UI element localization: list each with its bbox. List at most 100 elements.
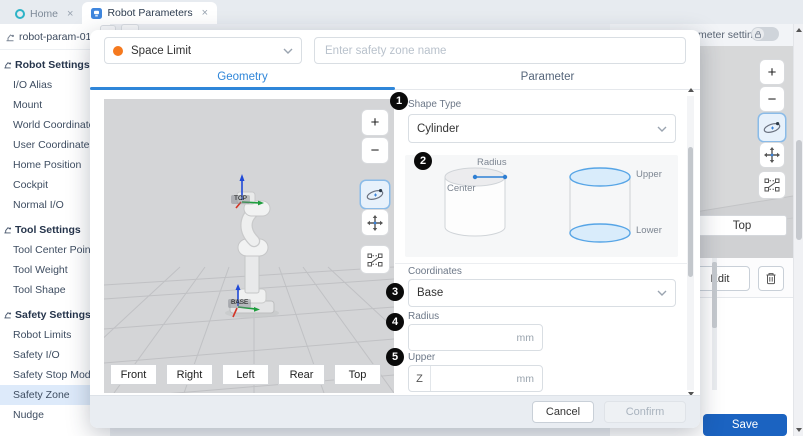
divider	[395, 263, 688, 264]
delete-button[interactable]	[758, 266, 784, 291]
zoom-out-button[interactable]: −	[362, 138, 388, 163]
shape-type-value: Cylinder	[417, 123, 657, 135]
radius-label: Radius	[408, 311, 439, 322]
robot-scene	[104, 99, 394, 393]
scroll-up-icon[interactable]	[688, 88, 694, 92]
section-title: Robot Settings	[15, 59, 90, 71]
chevron-down-icon	[657, 126, 667, 132]
zone-type-dot	[113, 46, 123, 56]
diagram-radius-label: Radius	[477, 157, 507, 168]
upper-unit: mm	[517, 373, 543, 385]
upper-input[interactable]	[431, 366, 517, 391]
upper-axis: Z	[409, 366, 431, 391]
pan-icon	[367, 215, 383, 231]
view-buttons-row: Front Right Left Rear Top	[110, 364, 381, 385]
plus-icon: +	[371, 115, 380, 130]
toggle-knob	[752, 28, 764, 40]
upper-label: Upper	[408, 352, 435, 363]
cylinder-diagram: Radius Center Upper Lower	[405, 155, 678, 257]
plus-icon: +	[768, 65, 777, 80]
close-icon[interactable]: ×	[202, 7, 208, 19]
bg-orbit-button[interactable]	[759, 114, 785, 141]
section-title: Tool Settings	[15, 224, 81, 236]
radius-input[interactable]	[409, 325, 517, 350]
tab-home-label: Home	[30, 8, 58, 20]
tab-geometry[interactable]: Geometry	[90, 64, 395, 89]
panel-scrollbar[interactable]	[687, 96, 694, 390]
measure-icon	[764, 178, 780, 192]
shape-type-label: Shape Type	[408, 99, 461, 110]
robot-3d-viewport[interactable]: TCP BASE + − Front Right Left Rear Top	[104, 99, 394, 393]
bg-top-view-button[interactable]: Top	[697, 215, 787, 236]
view-top-button[interactable]: Top	[334, 364, 381, 385]
coordinates-select[interactable]: Base	[408, 279, 676, 307]
tab-robot-parameters-label: Robot Parameters	[107, 7, 192, 19]
settings-lock-toggle[interactable]	[751, 27, 779, 41]
safety-zone-modal: Space Limit Geometry Parameter	[90, 30, 700, 428]
robot-arm-icon	[3, 60, 12, 69]
measure-icon	[367, 253, 383, 267]
coordinates-value: Base	[417, 287, 657, 299]
background-inner-scrollbar[interactable]	[712, 258, 717, 390]
annotation-marker-2: 2	[414, 152, 432, 170]
upper-input-group: Z mm	[408, 365, 543, 392]
tcp-frame-label: TCP	[231, 195, 250, 204]
annotation-marker-3: 3	[386, 283, 404, 301]
robot-arm-icon	[3, 310, 12, 319]
browser-tab-bar: Home × Robot Parameters ×	[0, 0, 803, 24]
close-icon[interactable]: ×	[67, 8, 73, 20]
bg-pan-button[interactable]	[760, 143, 784, 167]
confirm-button[interactable]: Confirm	[604, 401, 686, 423]
view-rear-button[interactable]: Rear	[278, 364, 325, 385]
base-frame-label: BASE	[228, 299, 251, 308]
radius-unit: mm	[517, 332, 543, 344]
view-left-button[interactable]: Left	[222, 364, 269, 385]
cancel-button[interactable]: Cancel	[532, 401, 594, 423]
robot-parameters-tab-icon	[91, 8, 102, 19]
diagram-lower-label: Lower	[636, 225, 662, 236]
shape-type-select[interactable]: Cylinder	[408, 114, 676, 143]
chevron-down-icon	[657, 290, 667, 296]
bg-zoom-in-button[interactable]: +	[760, 60, 784, 84]
bg-zoom-out-button[interactable]: −	[760, 87, 784, 111]
minus-icon: −	[371, 143, 380, 158]
view-right-button[interactable]: Right	[166, 364, 213, 385]
project-name: robot-param-01	[19, 31, 91, 43]
measure-button[interactable]	[361, 246, 389, 273]
minus-icon: −	[768, 92, 777, 107]
orbit-icon	[365, 187, 385, 203]
view-front-button[interactable]: Front	[110, 364, 157, 385]
pan-icon	[764, 147, 780, 163]
chevron-down-icon	[283, 48, 293, 54]
annotation-marker-4: 4	[386, 313, 404, 331]
orbit-icon	[762, 120, 782, 136]
application-window: Home × Robot Parameters × robot-param-01…	[0, 0, 803, 436]
pan-button[interactable]	[362, 210, 388, 235]
annotation-marker-5: 5	[386, 348, 404, 366]
annotation-marker-1: 1	[390, 92, 408, 110]
trash-icon	[765, 272, 777, 285]
tab-robot-parameters[interactable]: Robot Parameters ×	[82, 2, 217, 24]
page-scrollbar[interactable]	[793, 24, 803, 436]
scrollbar-thumb[interactable]	[796, 140, 802, 240]
scrollbar-thumb[interactable]	[712, 262, 717, 328]
modal-footer: Cancel Confirm	[90, 395, 700, 428]
section-title: Safety Settings	[15, 309, 91, 321]
robot-arm-icon	[3, 225, 12, 234]
home-tab-icon	[15, 9, 25, 19]
orbit-button[interactable]	[361, 181, 389, 208]
zone-type-value: Space Limit	[131, 45, 275, 57]
tab-parameter[interactable]: Parameter	[395, 64, 700, 89]
scroll-up-icon[interactable]	[796, 28, 802, 32]
bg-measure-button[interactable]	[759, 172, 785, 198]
safety-zone-name-input[interactable]	[314, 37, 686, 64]
lock-icon	[754, 30, 762, 39]
coordinates-label: Coordinates	[408, 266, 462, 277]
diagram-center-label: Center	[447, 183, 476, 194]
zoom-in-button[interactable]: +	[362, 110, 388, 135]
scrollbar-thumb[interactable]	[688, 147, 693, 277]
save-button[interactable]: Save	[703, 414, 787, 436]
scroll-down-icon[interactable]	[796, 428, 802, 432]
tab-home[interactable]: Home ×	[6, 3, 82, 24]
zone-type-select[interactable]: Space Limit	[104, 37, 302, 64]
